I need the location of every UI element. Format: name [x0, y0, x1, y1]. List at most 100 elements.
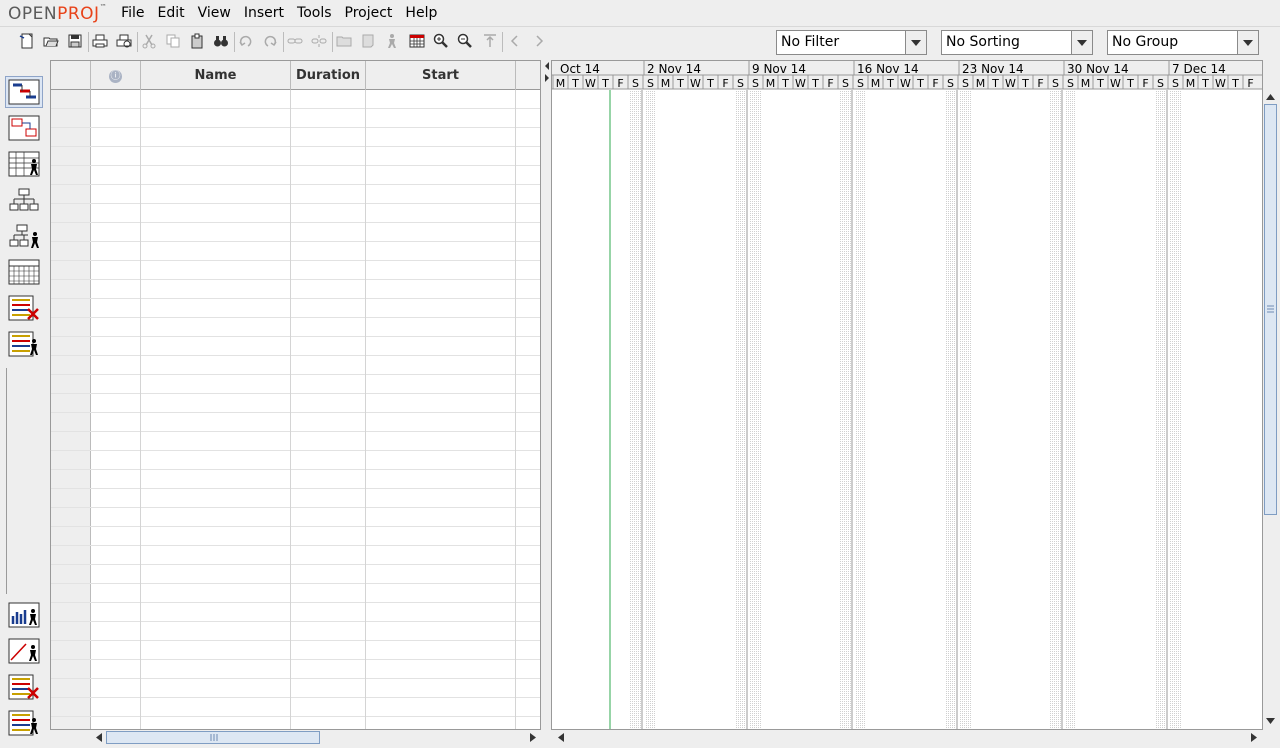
- day-label: F: [1247, 77, 1253, 90]
- zoom-out-icon[interactable]: [457, 33, 473, 49]
- gantt-horizontal-scrollbar[interactable]: [551, 730, 1263, 745]
- chevron-down-icon[interactable]: [1237, 31, 1258, 54]
- menu-insert[interactable]: Insert: [244, 5, 284, 21]
- gantt-chart[interactable]: MTWTFSSMTWTFSSMTWTFSSMTWTFSSMTWTFSSMTWTF…: [551, 60, 1263, 730]
- day-label: T: [781, 77, 789, 90]
- copy-icon[interactable]: [165, 33, 181, 49]
- undo-icon[interactable]: [238, 33, 254, 49]
- save-icon[interactable]: [67, 33, 83, 49]
- scroll-down-icon[interactable]: [1263, 714, 1277, 728]
- day-label: T: [1096, 77, 1104, 90]
- network-view-button[interactable]: [5, 112, 43, 144]
- table-horizontal-scroll-thumb[interactable]: [106, 731, 320, 744]
- rbs-view-button[interactable]: [5, 220, 43, 252]
- day-label: T: [991, 77, 999, 90]
- column-line: [140, 90, 141, 729]
- column-start[interactable]: Start: [366, 61, 516, 90]
- week-label: 16 Nov 14: [857, 62, 919, 76]
- rbs-icon: [9, 224, 39, 248]
- print-icon[interactable]: [92, 33, 108, 49]
- group-value: No Group: [1112, 34, 1179, 50]
- scroll-to-task-icon[interactable]: [482, 33, 498, 49]
- resource-usage-icon: [8, 331, 38, 357]
- forward-icon[interactable]: [531, 33, 547, 49]
- row-line: [51, 659, 540, 660]
- project-sheet-icon: [8, 259, 40, 285]
- day-label: S: [947, 77, 954, 90]
- pane-splitter[interactable]: [541, 60, 551, 744]
- day-label: W: [1215, 77, 1226, 90]
- filter-select[interactable]: No Filter: [776, 30, 927, 55]
- find-icon[interactable]: [213, 33, 229, 49]
- day-label: M: [661, 77, 671, 90]
- row-line: [51, 564, 540, 565]
- row-line: [51, 241, 540, 242]
- day-label: M: [1081, 77, 1091, 90]
- row-line: [51, 412, 540, 413]
- task-usage-detail-view-button[interactable]: [5, 671, 43, 703]
- redo-icon[interactable]: [262, 33, 278, 49]
- table-body[interactable]: [51, 90, 540, 729]
- outdent-icon[interactable]: [360, 33, 376, 49]
- new-project-icon[interactable]: [19, 33, 35, 49]
- gantt-vertical-scroll-thumb[interactable]: [1264, 104, 1277, 515]
- day-label: S: [857, 77, 864, 90]
- day-label: M: [556, 77, 566, 90]
- scroll-right-icon[interactable]: [1247, 730, 1261, 744]
- day-label: T: [601, 77, 609, 90]
- row-header-column: [51, 90, 91, 729]
- scroll-left-icon[interactable]: [92, 730, 106, 744]
- row-line: [51, 222, 540, 223]
- group-select[interactable]: No Group: [1107, 30, 1259, 55]
- toolbar-separator: [88, 32, 89, 52]
- assign-resource-icon[interactable]: [384, 33, 400, 49]
- row-line: [51, 108, 540, 109]
- column-duration[interactable]: Duration: [291, 61, 366, 90]
- menu-project[interactable]: Project: [345, 5, 393, 21]
- logo-tm: ™: [99, 3, 108, 11]
- project-sheet-view-button[interactable]: [5, 256, 43, 288]
- wbs-view-button[interactable]: [5, 184, 43, 216]
- task-usage-view-button[interactable]: [5, 292, 43, 324]
- menu-file[interactable]: File: [121, 5, 144, 21]
- resource-sheet-view-button[interactable]: [5, 148, 43, 180]
- histogram-icon: [8, 602, 40, 628]
- link-icon[interactable]: [287, 33, 303, 49]
- indent-icon[interactable]: [336, 33, 352, 49]
- histogram-view-button[interactable]: [5, 599, 43, 631]
- gantt-view-button[interactable]: [5, 76, 43, 108]
- unlink-icon[interactable]: [311, 33, 327, 49]
- row-line: [51, 184, 540, 185]
- menu-help[interactable]: Help: [405, 5, 437, 21]
- row-line: [51, 602, 540, 603]
- resource-sheet-icon: [8, 151, 40, 177]
- day-label: F: [722, 77, 728, 90]
- calendar-icon[interactable]: [409, 33, 425, 49]
- menu-tools[interactable]: Tools: [297, 5, 332, 21]
- scroll-up-icon[interactable]: [1263, 90, 1277, 104]
- row-line: [51, 393, 540, 394]
- zoom-in-icon[interactable]: [433, 33, 449, 49]
- charts-view-button[interactable]: [5, 635, 43, 667]
- scroll-right-icon[interactable]: [526, 730, 540, 744]
- menu-view[interactable]: View: [198, 5, 231, 21]
- column-indicators[interactable]: ⓘ: [91, 61, 141, 90]
- day-label: T: [571, 77, 579, 90]
- toolbar-separator: [502, 32, 503, 52]
- weekend-shade: [630, 90, 641, 729]
- charts-icon: [8, 638, 40, 664]
- scroll-left-icon[interactable]: [554, 730, 568, 744]
- sorting-select[interactable]: No Sorting: [941, 30, 1093, 55]
- paste-icon[interactable]: [189, 33, 205, 49]
- print-preview-icon[interactable]: [116, 33, 132, 49]
- resource-usage-detail-view-button[interactable]: [5, 707, 43, 739]
- back-icon[interactable]: [507, 33, 523, 49]
- column-name[interactable]: Name: [141, 61, 291, 90]
- resource-usage-view-button[interactable]: [5, 328, 43, 360]
- cut-icon[interactable]: [141, 33, 157, 49]
- chevron-down-icon[interactable]: [905, 31, 926, 54]
- menu-edit[interactable]: Edit: [158, 5, 185, 21]
- chevron-down-icon[interactable]: [1071, 31, 1092, 54]
- open-icon[interactable]: [43, 33, 59, 49]
- logo-open: OPEN: [8, 4, 58, 24]
